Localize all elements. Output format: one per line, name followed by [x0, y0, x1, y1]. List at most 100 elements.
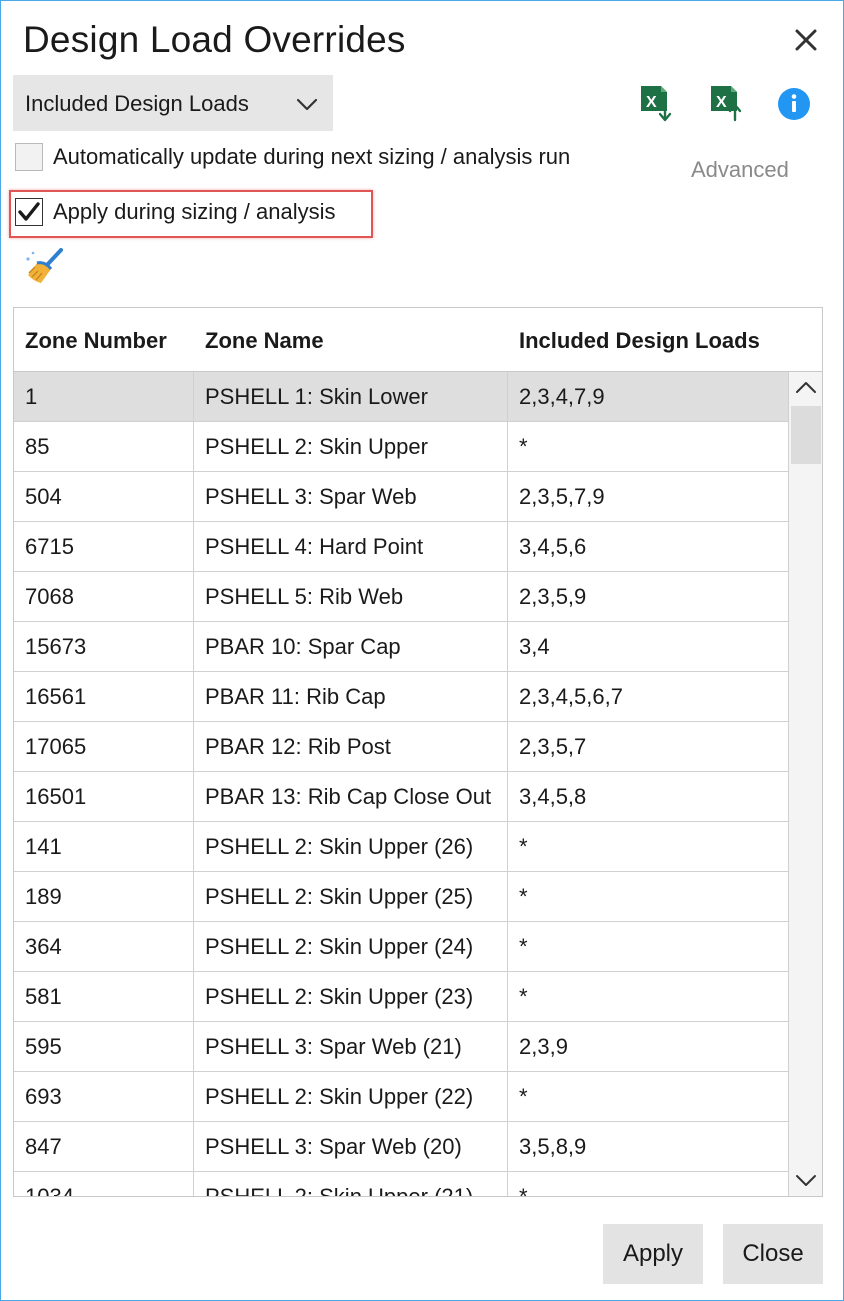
table-row[interactable]: 17065 PBAR 12: Rib Post 2,3,5,7 — [14, 722, 788, 772]
cell-zone-number: 17065 — [14, 722, 194, 772]
apply-during-checkbox[interactable] — [15, 198, 43, 226]
table-header: Zone Number Zone Name Included Design Lo… — [14, 308, 822, 372]
chevron-down-icon — [296, 98, 318, 111]
cell-zone-number: 847 — [14, 1122, 194, 1172]
cell-zone-number: 364 — [14, 922, 194, 972]
cell-zone-number: 7068 — [14, 572, 194, 622]
cell-included-loads: 2,3,5,7,9 — [519, 484, 605, 509]
cell-zone-name: PSHELL 2: Skin Upper — [194, 422, 508, 472]
table-row[interactable]: 504 PSHELL 3: Spar Web 2,3,5,7,9 — [14, 472, 788, 522]
cell-zone-name: PSHELL 2: Skin Upper (22) — [194, 1072, 508, 1122]
cell-zone-number: 141 — [14, 822, 194, 872]
close-icon[interactable] — [791, 25, 821, 55]
cell-included-loads: * — [519, 934, 528, 959]
table-row[interactable]: 847 PSHELL 3: Spar Web (20) 3,5,8,9 — [14, 1122, 788, 1172]
apply-during-option: Apply during sizing / analysis — [15, 198, 335, 226]
cell-zone-name: PSHELL 2: Skin Upper (24) — [194, 922, 508, 972]
table-row[interactable]: 16501 PBAR 13: Rib Cap Close Out 3,4,5,8 — [14, 772, 788, 822]
table-row[interactable]: 595 PSHELL 3: Spar Web (21) 2,3,9 — [14, 1022, 788, 1072]
cell-zone-name: PSHELL 3: Spar Web (20) — [194, 1122, 508, 1172]
cell-zone-name: PSHELL 2: Skin Upper (23) — [194, 972, 508, 1022]
table-row[interactable]: 364 PSHELL 2: Skin Upper (24) * — [14, 922, 788, 972]
table-row[interactable]: 7068 PSHELL 5: Rib Web 2,3,5,9 — [14, 572, 788, 622]
table-row[interactable]: 85 PSHELL 2: Skin Upper * — [14, 422, 788, 472]
cell-zone-name: PSHELL 2: Skin Upper (21) — [194, 1172, 508, 1196]
cell-zone-number: 189 — [14, 872, 194, 922]
cell-zone-name: PSHELL 3: Spar Web — [194, 472, 508, 522]
cell-zone-number: 16501 — [14, 772, 194, 822]
cell-zone-name: PSHELL 4: Hard Point — [194, 522, 508, 572]
cell-zone-number: 16561 — [14, 672, 194, 722]
svg-text:X: X — [646, 94, 657, 111]
table-body: 1 PSHELL 1: Skin Lower 2,3,4,7,9 85 PSHELL 2… — [14, 372, 788, 1197]
cell-zone-number: 581 — [14, 972, 194, 1022]
advanced-link[interactable]: Advanced — [691, 157, 789, 183]
cell-zone-number: 595 — [14, 1022, 194, 1072]
cell-included-loads: 2,3,5,7 — [519, 734, 587, 759]
table-row[interactable]: 693 PSHELL 2: Skin Upper (22) * — [14, 1072, 788, 1122]
dropdown-value: Included Design Loads — [25, 91, 249, 116]
cell-zone-number: 504 — [14, 472, 194, 522]
vertical-scrollbar[interactable] — [788, 372, 822, 1196]
scroll-up-icon[interactable] — [789, 372, 823, 404]
cell-included-loads: 3,4,5,6 — [519, 534, 587, 559]
cell-zone-number: 15673 — [14, 622, 194, 672]
cell-zone-name: PBAR 10: Spar Cap — [194, 622, 508, 672]
cell-zone-name: PSHELL 2: Skin Upper (26) — [194, 822, 508, 872]
cell-zone-number: 6715 — [14, 522, 194, 572]
scrollbar-thumb[interactable] — [791, 406, 821, 464]
table-row[interactable]: 16561 PBAR 11: Rib Cap 2,3,4,5,6,7 — [14, 672, 788, 722]
apply-during-label: Apply during sizing / analysis — [53, 199, 336, 224]
close-button[interactable]: Close — [723, 1224, 823, 1284]
column-header-included-loads[interactable]: Included Design Loads — [519, 328, 760, 354]
cell-zone-name: PBAR 13: Rib Cap Close Out — [194, 772, 508, 822]
column-header-zone-name[interactable]: Zone Name — [205, 328, 324, 354]
table-row[interactable]: 6715 PSHELL 4: Hard Point 3,4,5,6 — [14, 522, 788, 572]
cell-zone-name: PSHELL 5: Rib Web — [194, 572, 508, 622]
cell-included-loads: 3,4,5,8 — [519, 784, 587, 809]
auto-update-checkbox[interactable] — [15, 143, 43, 171]
cell-included-loads: * — [519, 884, 528, 909]
design-loads-table: Zone Number Zone Name Included Design Lo… — [13, 307, 823, 1197]
dialog-window: Design Load Overrides Included Design Lo… — [0, 0, 844, 1301]
cell-zone-number: 693 — [14, 1072, 194, 1122]
auto-update-label: Automatically update during next sizing … — [53, 144, 571, 169]
cell-included-loads: 2,3,5,9 — [519, 584, 587, 609]
table-row[interactable]: 15673 PBAR 10: Spar Cap 3,4 — [14, 622, 788, 672]
apply-button[interactable]: Apply — [603, 1224, 703, 1284]
cell-included-loads: * — [519, 834, 528, 859]
dialog-title: Design Load Overrides — [23, 19, 406, 60]
cell-zone-number: 1 — [14, 372, 194, 422]
cell-zone-number: 1034 — [14, 1172, 194, 1196]
cell-included-loads: 2,3,4,7,9 — [519, 384, 605, 409]
svg-text:X: X — [716, 94, 727, 111]
table-row[interactable]: 1 PSHELL 1: Skin Lower 2,3,4,7,9 — [14, 372, 788, 422]
info-icon[interactable] — [777, 87, 811, 121]
cell-zone-name: PBAR 11: Rib Cap — [194, 672, 508, 722]
column-header-zone-number[interactable]: Zone Number — [25, 328, 167, 354]
cell-zone-number: 85 — [14, 422, 194, 472]
auto-update-option: Automatically update during next sizing … — [15, 143, 570, 171]
table-row[interactable]: 141 PSHELL 2: Skin Upper (26) * — [14, 822, 788, 872]
broom-icon[interactable] — [23, 247, 65, 287]
table-row[interactable]: 189 PSHELL 2: Skin Upper (25) * — [14, 872, 788, 922]
view-mode-dropdown[interactable]: Included Design Loads — [13, 75, 333, 131]
cell-included-loads: * — [519, 434, 528, 459]
table-row[interactable]: 581 PSHELL 2: Skin Upper (23) * — [14, 972, 788, 1022]
cell-zone-name: PSHELL 3: Spar Web (21) — [194, 1022, 508, 1072]
scroll-down-icon[interactable] — [789, 1164, 823, 1196]
cell-included-loads: * — [519, 1184, 528, 1197]
cell-zone-name: PSHELL 2: Skin Upper (25) — [194, 872, 508, 922]
cell-included-loads: * — [519, 1084, 528, 1109]
cell-included-loads: 3,4 — [519, 634, 550, 659]
cell-included-loads: 2,3,9 — [519, 1034, 568, 1059]
checkmark-icon — [18, 202, 40, 221]
excel-export-icon[interactable]: X — [637, 83, 675, 123]
cell-included-loads: * — [519, 984, 528, 1009]
table-row[interactable]: 1034 PSHELL 2: Skin Upper (21) * — [14, 1172, 788, 1197]
excel-import-icon[interactable]: X — [707, 83, 745, 123]
cell-zone-name: PBAR 12: Rib Post — [194, 722, 508, 772]
cell-included-loads: 3,5,8,9 — [519, 1134, 587, 1159]
cell-included-loads: 2,3,4,5,6,7 — [519, 684, 623, 709]
cell-zone-name: PSHELL 1: Skin Lower — [194, 372, 508, 422]
